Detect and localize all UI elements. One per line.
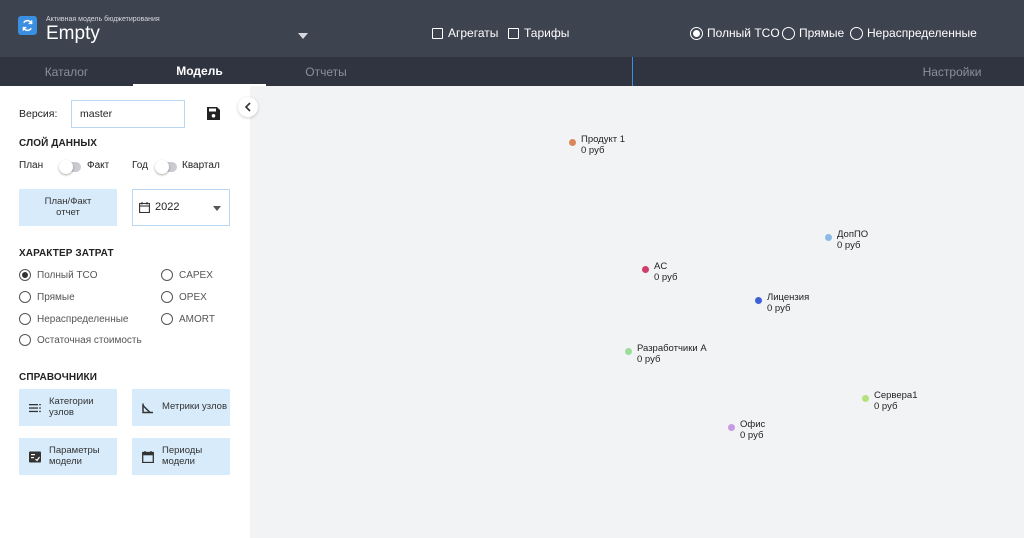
cost-option-label: OPEX [179, 291, 207, 303]
data-layer-title: СЛОЙ ДАННЫХ [19, 138, 98, 149]
node-label: ДопПО 0 руб [837, 229, 868, 252]
checkbox-aggregates[interactable]: Агрегаты [432, 26, 498, 40]
node-value: 0 руб [767, 302, 791, 314]
radio-unallocated[interactable]: Нераспределенные [850, 26, 977, 40]
active-model-subtitle: Активная модель бюджетирования [46, 16, 160, 23]
node-dot[interactable] [755, 297, 762, 304]
cost-option-label: Нераспределенные [37, 313, 129, 325]
node-label: Сервера1 0 руб [874, 390, 918, 413]
plan-label: План [19, 160, 44, 171]
radio-empty-icon[interactable] [19, 291, 31, 303]
cost-option-label: Полный TCO [37, 269, 98, 281]
plan-fact-toggle[interactable] [59, 160, 81, 174]
radio-selected-icon[interactable] [690, 26, 703, 40]
tab-model[interactable]: Модель [133, 57, 266, 86]
cost-option-amort[interactable]: AMORT [161, 313, 215, 325]
calendar-icon [142, 450, 154, 463]
params-icon [29, 451, 41, 462]
quarter-label: Квартал [182, 160, 220, 171]
radio-empty-icon[interactable] [19, 313, 31, 325]
model-parameters-button[interactable]: Параметры модели [19, 438, 117, 475]
node-dot[interactable] [862, 395, 869, 402]
chevron-down-icon [213, 206, 221, 211]
tab-catalog[interactable]: Каталог [0, 57, 133, 86]
model-periods-label: Периоды модели [162, 445, 203, 467]
cost-option-opex[interactable]: OPEX [161, 291, 207, 303]
version-label: Версия: [19, 108, 58, 120]
cost-option-label: Прямые [37, 291, 75, 303]
tab-reports[interactable]: Отчеты [266, 57, 386, 86]
angle-icon [142, 403, 153, 413]
node-dot[interactable] [825, 234, 832, 241]
node-value: 0 руб [874, 400, 898, 412]
node-label: Продукт 10 руб [581, 134, 625, 157]
app-header: Активная модель бюджетирования Empty Агр… [0, 0, 1024, 57]
radio-empty-icon[interactable] [782, 26, 795, 40]
node-label: Разработчики А0 руб [637, 343, 707, 366]
node-label: AC 0 руб [654, 261, 678, 284]
node-value: 0 руб [654, 271, 678, 283]
year-quarter-toggle[interactable] [155, 160, 177, 174]
plan-fact-report-button[interactable]: План/Факт отчет [19, 189, 117, 226]
radio-full-tco[interactable]: Полный TCO [690, 26, 780, 40]
cost-option-label: AMORT [179, 313, 215, 325]
radio-empty-icon[interactable] [161, 269, 173, 281]
sync-icon[interactable] [18, 16, 37, 35]
cost-option-label: Остаточная стоимость [37, 334, 142, 346]
model-name: Empty [46, 23, 100, 44]
node-value: 0 руб [837, 239, 861, 251]
radio-empty-icon[interactable] [19, 334, 31, 346]
node-dot[interactable] [728, 424, 735, 431]
cost-option-label: CAPEX [179, 269, 213, 281]
radio-direct-label: Прямые [799, 26, 845, 40]
radio-empty-icon[interactable] [850, 26, 863, 40]
cost-option-unallocated[interactable]: Нераспределенные [19, 313, 128, 325]
year-select[interactable]: 2022 [132, 189, 230, 226]
checkbox-box[interactable] [432, 27, 443, 39]
checkbox-box[interactable] [508, 27, 519, 39]
calendar-icon [139, 202, 150, 213]
cost-nature-title: ХАРАКТЕР ЗАТРАТ [19, 248, 114, 259]
cost-option-direct[interactable]: Прямые [19, 291, 75, 303]
graph-canvas[interactable]: Продукт 10 руб ДопПО 0 руб AC 0 руб Лицензия 0… [250, 86, 1024, 538]
node-dot[interactable] [569, 139, 576, 146]
radio-empty-icon[interactable] [161, 291, 173, 303]
radio-empty-icon[interactable] [161, 313, 173, 325]
fact-label: Факт [87, 160, 110, 171]
radio-selected-icon[interactable] [19, 269, 31, 281]
node-categories-label: Категории узлов [49, 396, 94, 418]
node-dot[interactable] [625, 348, 632, 355]
list-icon [29, 403, 41, 412]
nav-divider [632, 57, 633, 86]
checkbox-tariffs-label: Тарифы [524, 26, 570, 40]
node-label: Офис 0 руб [740, 419, 765, 442]
node-value: 0 руб [581, 144, 605, 156]
version-input[interactable] [71, 100, 185, 128]
tab-settings[interactable]: Настройки [880, 57, 1024, 86]
node-value: 0 руб [740, 429, 764, 441]
year-label: Год [132, 160, 148, 171]
node-categories-button[interactable]: Категории узлов [19, 389, 117, 426]
year-value: 2022 [155, 201, 180, 213]
node-dot[interactable] [642, 266, 649, 273]
cost-option-residual[interactable]: Остаточная стоимость [19, 334, 142, 346]
node-metrics-label: Метрики узлов [162, 401, 228, 413]
checkbox-tariffs[interactable]: Тарифы [508, 26, 569, 40]
main-nav: Каталог Модель Отчеты Настройки [0, 57, 1024, 86]
node-metrics-button[interactable]: Метрики узлов [132, 389, 230, 426]
model-dropdown-chevron-icon[interactable] [298, 26, 308, 39]
radio-unallocated-label: Нераспределенные [867, 26, 977, 40]
cost-option-full-tco[interactable]: Полный TCO [19, 269, 98, 281]
model-periods-button[interactable]: Периоды модели [132, 438, 230, 475]
save-icon[interactable] [207, 107, 220, 120]
checkbox-aggregates-label: Агрегаты [448, 26, 499, 40]
node-label: Лицензия 0 руб [767, 292, 809, 315]
radio-direct[interactable]: Прямые [782, 26, 844, 40]
radio-full-tco-label: Полный TCO [707, 26, 780, 40]
model-parameters-label: Параметры модели [49, 445, 100, 467]
references-title: СПРАВОЧНИКИ [19, 372, 97, 383]
cost-option-capex[interactable]: CAPEX [161, 269, 213, 281]
node-value: 0 руб [637, 353, 661, 365]
